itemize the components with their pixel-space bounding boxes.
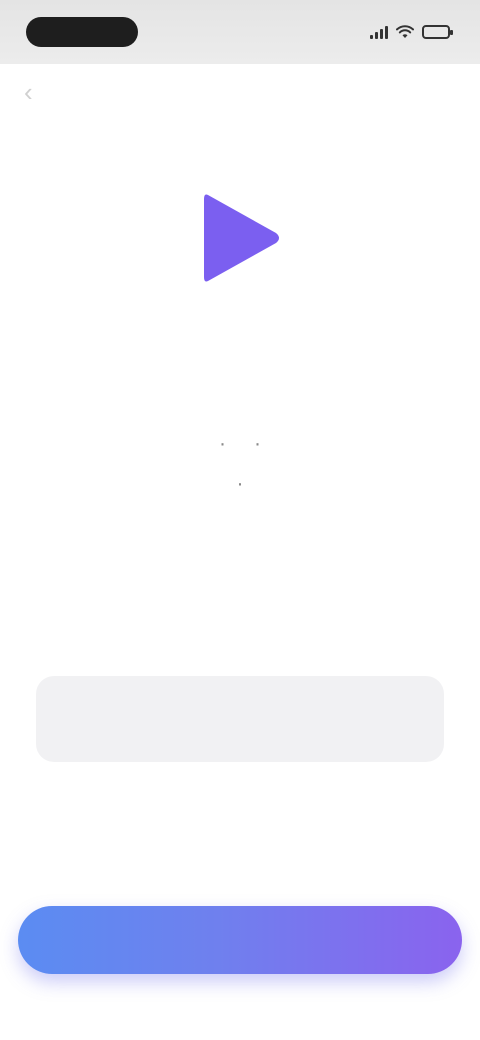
tag-list: · · · xyxy=(40,432,440,496)
wifi-icon xyxy=(396,25,414,38)
tag-separator: · xyxy=(254,432,261,455)
app-logo xyxy=(180,178,300,298)
tag-separator: · xyxy=(236,472,244,495)
battery-icon xyxy=(422,25,453,39)
nav-row: ‹ xyxy=(0,64,480,120)
signal-icon xyxy=(370,25,388,39)
tag-line-2: · xyxy=(40,472,440,496)
status-bar xyxy=(0,0,480,64)
app-screen: ‹ · · · xyxy=(0,0,480,1040)
chevron-left-icon[interactable]: ‹ xyxy=(24,79,33,105)
primary-action-button[interactable] xyxy=(18,906,462,974)
tag-separator: · xyxy=(219,432,226,455)
play-triangle-icon xyxy=(204,194,279,282)
info-card xyxy=(36,676,444,762)
status-icons xyxy=(370,25,453,39)
status-time-pill xyxy=(26,17,138,47)
tag-line-1: · · xyxy=(40,432,440,456)
